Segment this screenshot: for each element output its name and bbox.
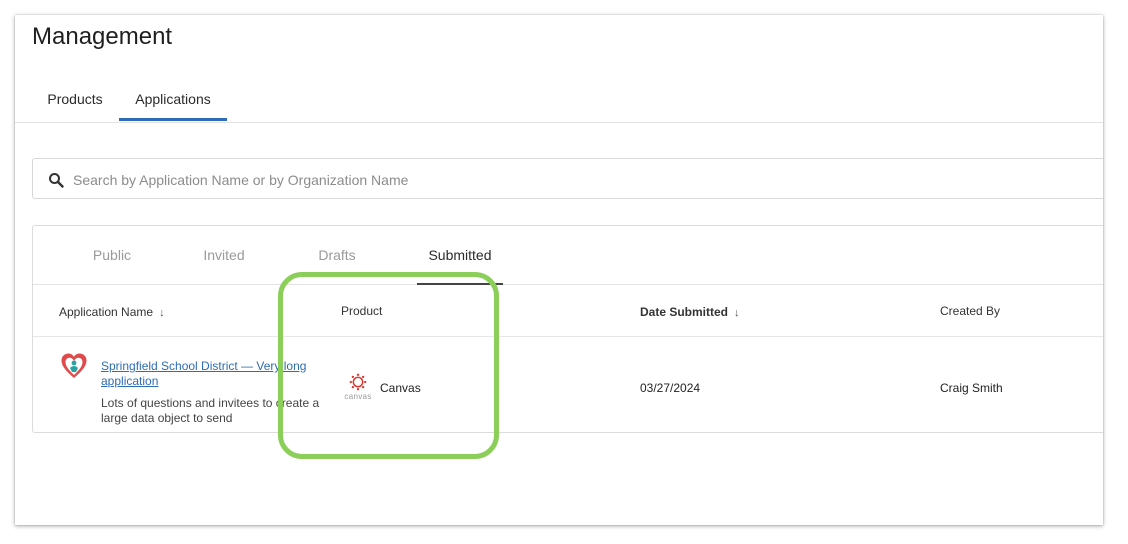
tab-public[interactable]: Public: [77, 226, 147, 284]
tab-drafts[interactable]: Drafts: [303, 226, 371, 284]
created-by: Craig Smith: [940, 381, 1003, 395]
product-name: Canvas: [380, 381, 421, 395]
product-logo: canvas: [341, 373, 375, 403]
column-label: Date Submitted: [640, 305, 729, 319]
application-description: Lots of questions and invitees to create…: [101, 396, 320, 425]
organization-logo-icon: [61, 353, 87, 378]
table-header: Application Name ↓ Product Date Submitted…: [33, 285, 1103, 337]
date-submitted: 03/27/2024: [640, 381, 701, 395]
column-header-date-submitted[interactable]: Date Submitted ↓: [640, 305, 740, 319]
canvas-wordmark: canvas: [344, 392, 372, 401]
applications-panel: Public Invited Drafts Submitted Applicat…: [32, 225, 1103, 433]
column-header-product: Product: [341, 304, 383, 318]
arrow-down-icon: ↓: [159, 307, 165, 319]
page-title: Management: [32, 23, 173, 50]
tab-products[interactable]: Products: [37, 85, 113, 121]
column-label: Application Name: [59, 305, 154, 319]
search-input[interactable]: [71, 167, 975, 193]
tab-submitted[interactable]: Submitted: [417, 226, 503, 285]
column-header-created-by: Created By: [940, 304, 1001, 318]
tab-invited[interactable]: Invited: [187, 226, 261, 284]
canvas-logo-icon: [349, 373, 367, 391]
tab-applications[interactable]: Applications: [119, 85, 227, 121]
search-bar: [32, 158, 1103, 199]
application-name-link[interactable]: Springfield School District — Very long …: [101, 359, 311, 389]
arrow-down-icon: ↓: [734, 307, 740, 319]
main-tab-bar: Products Applications: [15, 85, 1103, 123]
status-tab-bar: Public Invited Drafts Submitted: [33, 226, 1103, 285]
search-icon: [49, 173, 64, 188]
column-header-application-name[interactable]: Application Name ↓: [59, 305, 165, 319]
table-row: Springfield School District — Very long …: [33, 337, 1103, 433]
app-window: Management Products Applications Public …: [15, 15, 1103, 525]
